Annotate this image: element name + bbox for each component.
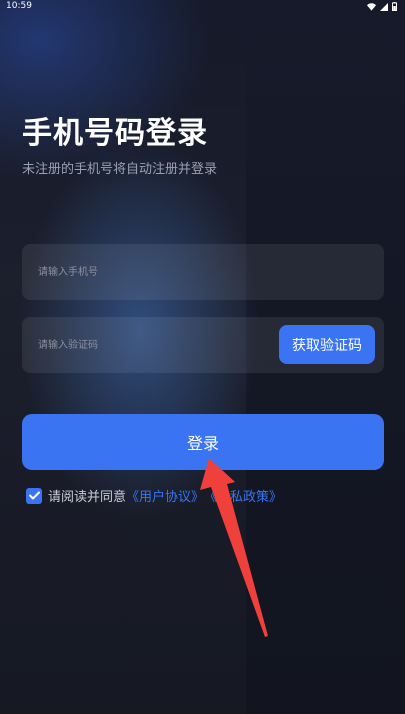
checkmark-icon xyxy=(28,491,40,500)
wifi-icon xyxy=(367,2,376,11)
battery-icon xyxy=(392,2,397,11)
phone-input[interactable] xyxy=(38,244,268,300)
agreement-prefix: 请阅读并同意 xyxy=(48,490,127,505)
user-agreement-link[interactable]: 《用户协议》 xyxy=(126,486,204,505)
login-screen: 手机号码登录 未注册的手机号将自动注册并登录 获取验证码 登录 请阅读并同意 《… xyxy=(0,0,405,714)
agreement-row: 请阅读并同意 《用户协议》 《隐私政策》 xyxy=(26,486,282,505)
code-field: 获取验证码 xyxy=(22,317,384,373)
status-icons xyxy=(367,2,397,11)
privacy-policy-link[interactable]: 《隐私政策》 xyxy=(204,486,282,505)
login-button[interactable]: 登录 xyxy=(22,414,384,470)
phone-field xyxy=(22,244,384,300)
agreement-checkbox[interactable] xyxy=(26,487,42,504)
get-code-button[interactable]: 获取验证码 xyxy=(279,325,375,364)
signal-icon xyxy=(380,2,388,11)
status-bar: 10:59 xyxy=(0,0,405,12)
page-subtitle: 未注册的手机号将自动注册并登录 xyxy=(22,162,218,177)
status-time: 10:59 xyxy=(6,1,32,11)
verification-code-input[interactable] xyxy=(38,317,268,373)
page-title: 手机号码登录 xyxy=(22,116,208,151)
